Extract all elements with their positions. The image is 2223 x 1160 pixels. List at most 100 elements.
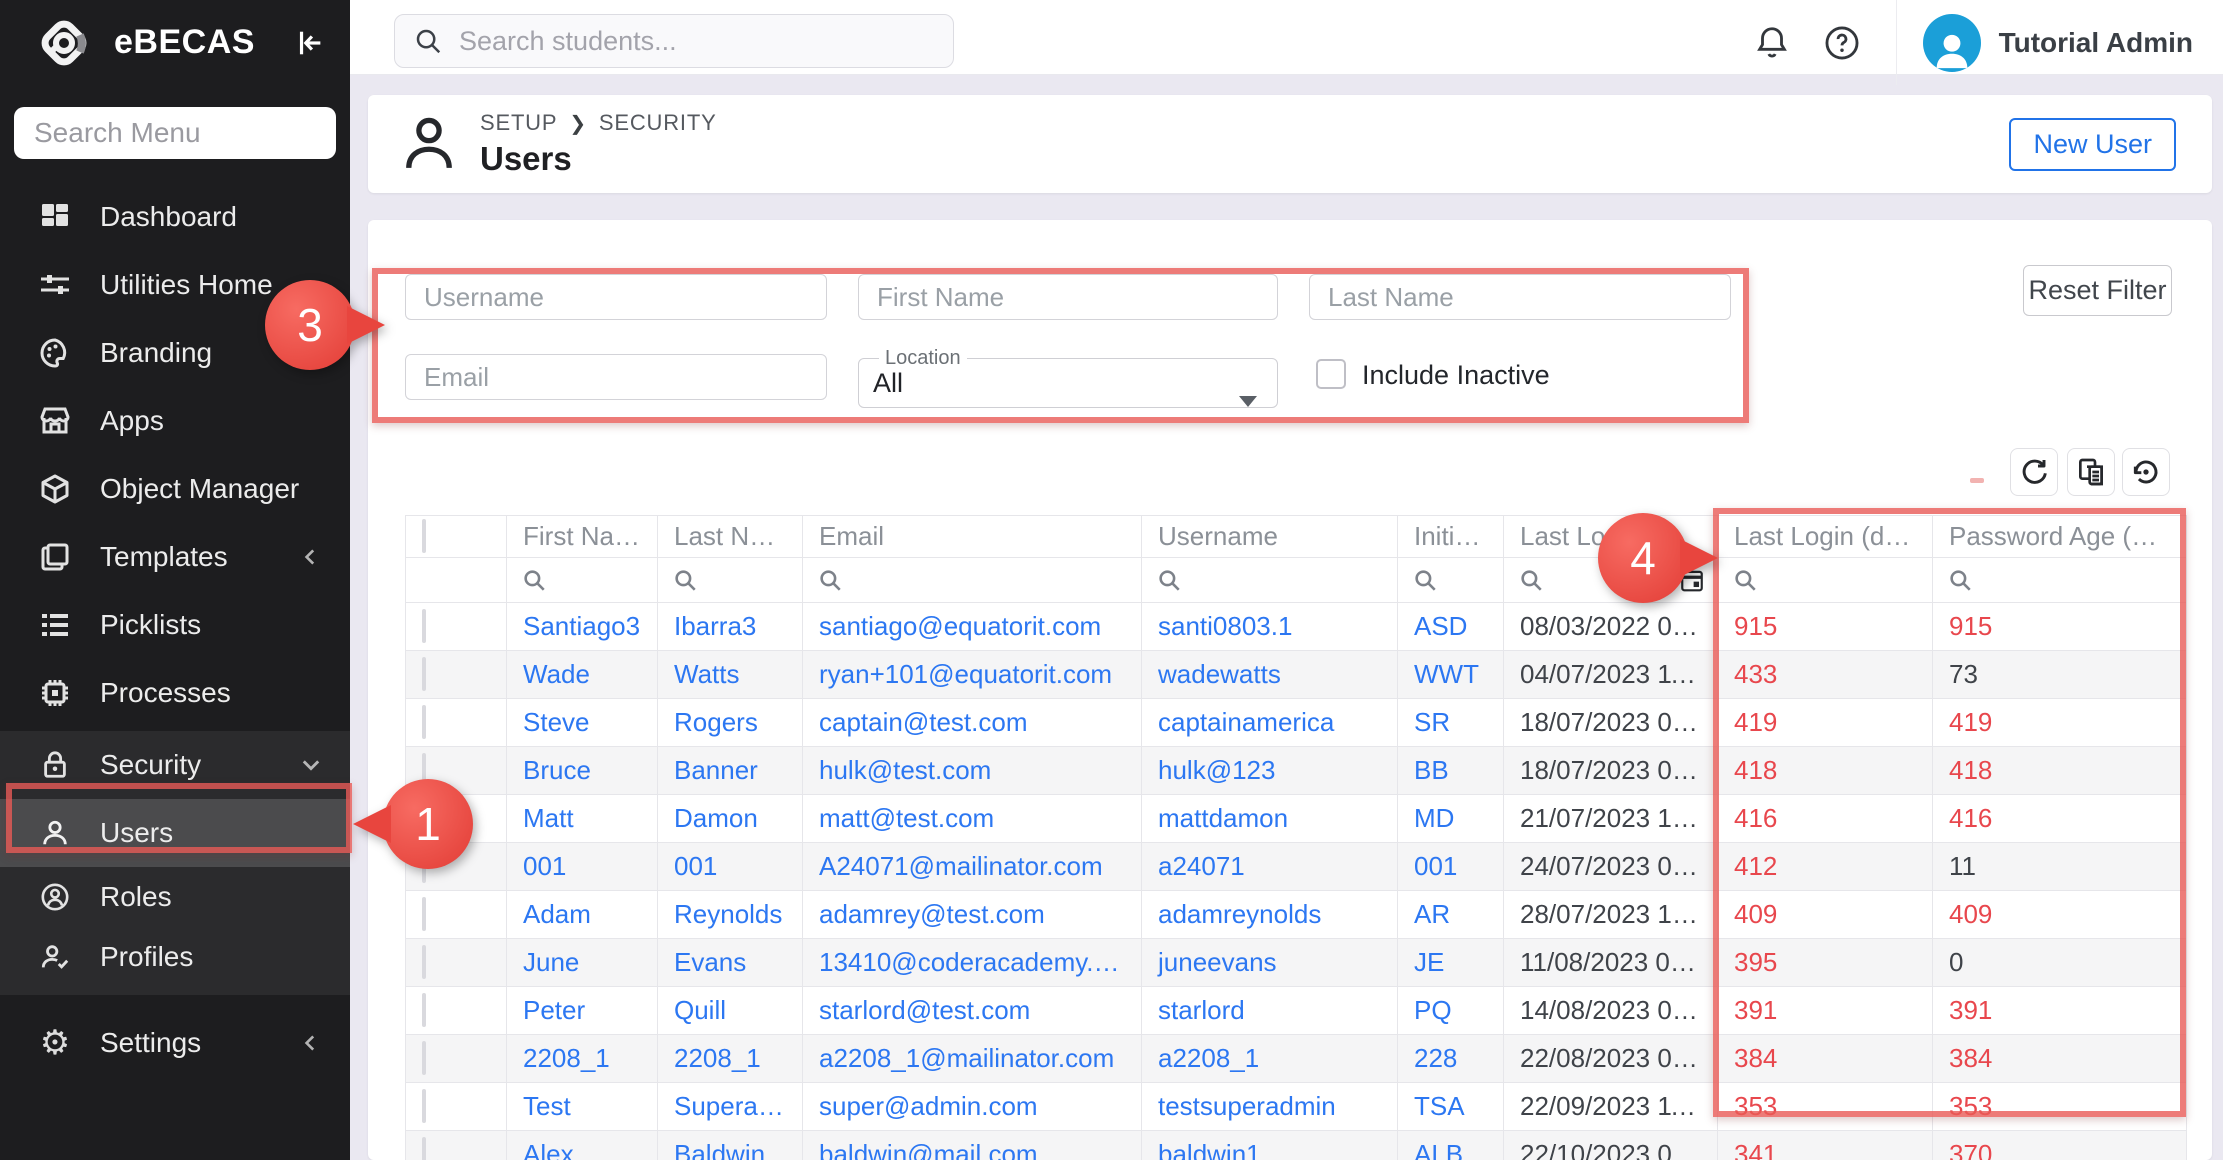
help-icon[interactable] (1816, 17, 1868, 69)
filter-email-input[interactable] (405, 354, 827, 400)
cell-initials[interactable]: SR (1398, 699, 1504, 747)
row-checkbox[interactable] (422, 1041, 426, 1075)
cell-email[interactable]: 13410@coderacademy.edu.au (803, 939, 1142, 987)
cell-email[interactable]: captain@test.com (803, 699, 1142, 747)
filter-first-name-input[interactable] (858, 274, 1278, 320)
cell-email[interactable]: santiago@equatorit.com (803, 603, 1142, 651)
new-user-button[interactable]: New User (2009, 118, 2176, 171)
cell-username[interactable]: wadewatts (1142, 651, 1398, 699)
breadcrumb-setup[interactable]: SETUP (480, 110, 557, 136)
location-select[interactable]: Location All (858, 347, 1278, 408)
cell-last_name[interactable]: Damon (658, 795, 803, 843)
cell-email[interactable]: matt@test.com (803, 795, 1142, 843)
cell-initials[interactable]: WWT (1398, 651, 1504, 699)
cell-first_name[interactable]: Adam (507, 891, 658, 939)
cell-last_name[interactable]: 2208_1 (658, 1035, 803, 1083)
sidebar-item-templates[interactable]: Templates (0, 523, 350, 591)
column-filter-last_login[interactable] (1504, 558, 1718, 603)
cell-initials[interactable]: 228 (1398, 1035, 1504, 1083)
cell-email[interactable]: hulk@test.com (803, 747, 1142, 795)
cell-initials[interactable]: AR (1398, 891, 1504, 939)
sidebar-item-settings[interactable]: ⚙ Settings (0, 1009, 350, 1077)
column-header-last_login[interactable]: Last Login (1504, 516, 1718, 558)
cell-username[interactable]: mattdamon (1142, 795, 1398, 843)
sidebar-item-branding[interactable]: Branding (0, 319, 350, 387)
sidebar-item-dashboard[interactable]: Dashboard (0, 183, 350, 251)
cell-username[interactable]: a2208_1 (1142, 1035, 1398, 1083)
cell-last_name[interactable]: Baldwin (658, 1131, 803, 1160)
column-filter-last_name[interactable] (658, 558, 803, 603)
cell-last_name[interactable]: Ibarra3 (658, 603, 803, 651)
notifications-bell-icon[interactable] (1746, 17, 1798, 69)
cell-last_name[interactable]: Evans (658, 939, 803, 987)
cell-initials[interactable]: MD (1398, 795, 1504, 843)
row-checkbox[interactable] (422, 993, 426, 1027)
cell-first_name[interactable]: June (507, 939, 658, 987)
cell-initials[interactable]: PQ (1398, 987, 1504, 1035)
cell-last_name[interactable]: Quill (658, 987, 803, 1035)
cell-email[interactable]: baldwin@mail.com (803, 1131, 1142, 1160)
user-name[interactable]: Tutorial Admin (1999, 27, 2193, 59)
row-checkbox[interactable] (422, 849, 426, 883)
row-checkbox[interactable] (422, 657, 426, 691)
sidebar-item-processes[interactable]: Processes (0, 659, 350, 727)
row-checkbox[interactable] (422, 705, 426, 739)
breadcrumb-security[interactable]: SECURITY (599, 110, 717, 136)
history-icon[interactable] (2122, 448, 2170, 496)
cell-last_name[interactable]: Superadmin (658, 1083, 803, 1131)
column-header-first_name[interactable]: First Name (507, 516, 658, 558)
cell-first_name[interactable]: Peter (507, 987, 658, 1035)
column-header-initials[interactable]: Initials (1398, 516, 1504, 558)
column-filter-email[interactable] (803, 558, 1142, 603)
cell-username[interactable]: santi0803.1 (1142, 603, 1398, 651)
row-checkbox[interactable] (422, 1089, 426, 1123)
cell-email[interactable]: a2208_1@mailinator.com (803, 1035, 1142, 1083)
cell-initials[interactable]: BB (1398, 747, 1504, 795)
filter-username-input[interactable] (405, 274, 827, 320)
row-checkbox[interactable] (422, 945, 426, 979)
cell-first_name[interactable]: Wade (507, 651, 658, 699)
sidebar-item-apps[interactable]: Apps (0, 387, 350, 455)
row-checkbox[interactable] (422, 753, 426, 787)
sidebar-item-roles[interactable]: Roles (0, 867, 350, 927)
sidebar-item-users[interactable]: Users (0, 799, 350, 867)
include-inactive-checkbox[interactable] (1316, 359, 1346, 389)
column-filter-initials[interactable] (1398, 558, 1504, 603)
copy-export-icon[interactable] (2067, 448, 2115, 496)
sidebar-item-profiles[interactable]: Profiles (0, 927, 350, 987)
reset-filter-button[interactable]: Reset Filter (2023, 265, 2172, 316)
column-header-email[interactable]: Email (803, 516, 1142, 558)
cell-initials[interactable]: TSA (1398, 1083, 1504, 1131)
row-checkbox[interactable] (422, 897, 426, 931)
cell-email[interactable]: adamrey@test.com (803, 891, 1142, 939)
cell-first_name[interactable]: Santiago3 (507, 603, 658, 651)
sidebar-item-utilities-home[interactable]: Utilities Home (0, 251, 350, 319)
cell-username[interactable]: hulk@123 (1142, 747, 1398, 795)
column-filter-username[interactable] (1142, 558, 1398, 603)
column-filter-password_age_days[interactable] (1933, 558, 2187, 603)
avatar[interactable] (1923, 14, 1981, 72)
student-search-input[interactable] (459, 26, 919, 57)
sidebar-collapse-icon[interactable] (290, 23, 330, 63)
refresh-icon[interactable] (2010, 448, 2058, 496)
cell-first_name[interactable]: 2208_1 (507, 1035, 658, 1083)
column-header-username[interactable]: Username (1142, 516, 1398, 558)
cell-initials[interactable]: ASD (1398, 603, 1504, 651)
cell-username[interactable]: juneevans (1142, 939, 1398, 987)
cell-first_name[interactable]: Bruce (507, 747, 658, 795)
sidebar-item-security[interactable]: Security (0, 731, 350, 799)
cell-first_name[interactable]: Matt (507, 795, 658, 843)
cell-last_name[interactable]: Rogers (658, 699, 803, 747)
sidebar-search-input[interactable] (14, 107, 336, 159)
cell-username[interactable]: starlord (1142, 987, 1398, 1035)
column-filter-first_name[interactable] (507, 558, 658, 603)
cell-initials[interactable]: JE (1398, 939, 1504, 987)
row-checkbox[interactable] (422, 1137, 426, 1160)
column-header-last_name[interactable]: Last Name (658, 516, 803, 558)
cell-email[interactable]: A24071@mailinator.com (803, 843, 1142, 891)
cell-last_name[interactable]: Watts (658, 651, 803, 699)
cell-last_name[interactable]: Reynolds (658, 891, 803, 939)
sidebar-item-picklists[interactable]: Picklists (0, 591, 350, 659)
cell-initials[interactable]: ALB (1398, 1131, 1504, 1160)
cell-email[interactable]: ryan+101@equatorit.com (803, 651, 1142, 699)
